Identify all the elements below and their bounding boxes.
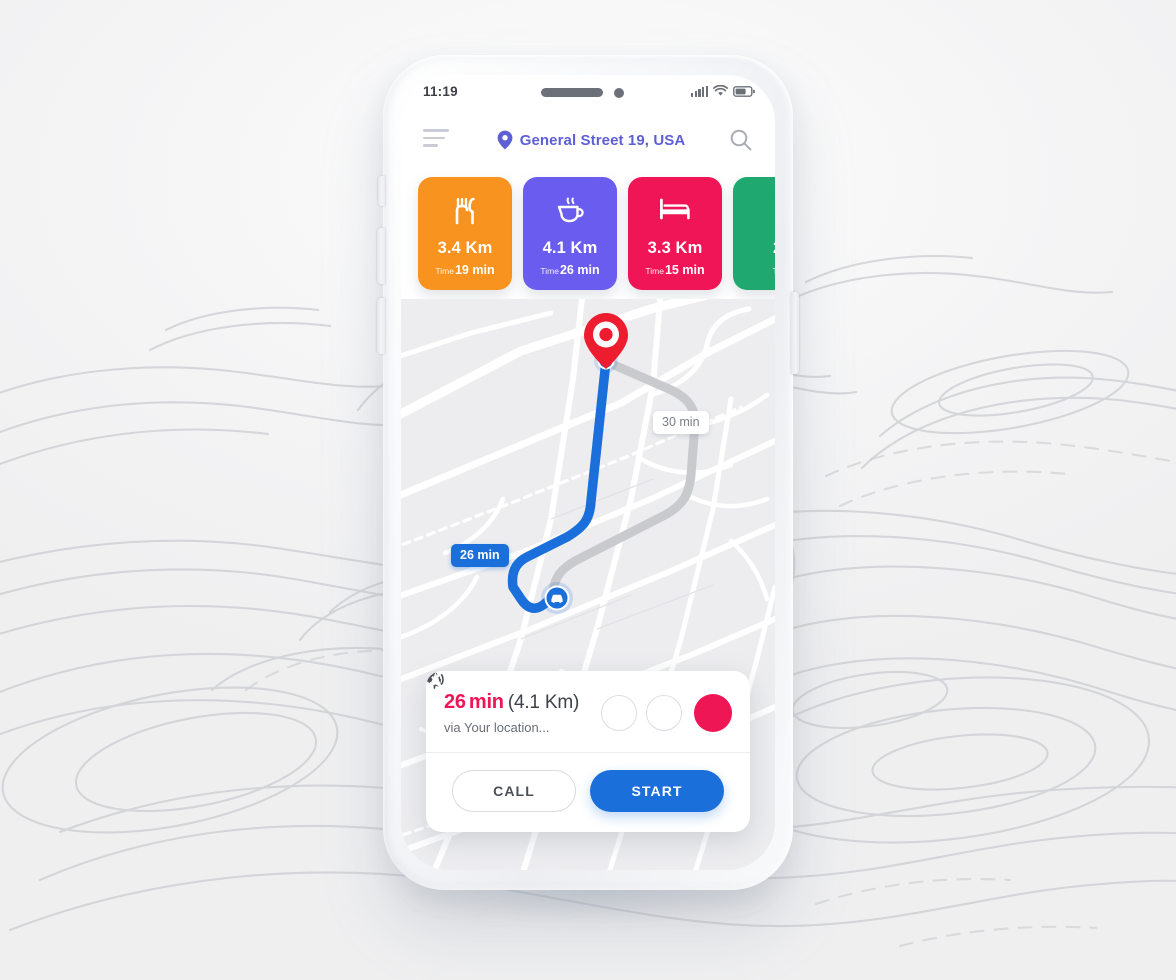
map-canvas[interactable]: 30 min 26 min 26 min (4.1 Km) via Your loc… [401, 299, 775, 870]
category-time-label: Time [645, 266, 664, 276]
category-time-label: Tim [773, 266, 775, 276]
eta-block: 26 min (4.1 Km) via Your location... [444, 691, 592, 735]
status-bar: 11:19 [401, 75, 775, 111]
phone-volume-down-button[interactable] [377, 298, 385, 354]
cafe-coffee-cup-icon [523, 197, 617, 225]
category-card-cafe[interactable]: 4.1 Km Time26 min [523, 177, 617, 290]
eta-unit: min [468, 691, 504, 713]
location-pin-icon [497, 130, 513, 150]
phone-volume-up-button[interactable] [377, 228, 385, 284]
phone-silent-switch[interactable] [378, 176, 385, 206]
speaker-button[interactable] [427, 673, 682, 731]
battery-icon [733, 86, 755, 97]
wifi-icon [713, 85, 728, 96]
sheet-actions-row: CALL START [426, 672, 750, 832]
main-route-badge[interactable]: 26 min [451, 544, 509, 567]
header-address-text: General Street 19, USA [519, 131, 686, 149]
route-info-sheet: 26 min (4.1 Km) via Your location... CAL… [426, 671, 750, 832]
category-distance: 4.1 Km [542, 239, 598, 257]
navigation-arrow-icon [428, 672, 443, 689]
category-distance: 3.3 Km [647, 239, 703, 257]
alternate-route-badge[interactable]: 30 min [653, 411, 709, 434]
app-header: General Street 19, USA [401, 111, 775, 169]
hotel-bed-icon [628, 197, 722, 221]
eta-distance: (4.1 Km) [507, 692, 580, 713]
eta-line: 26 min (4.1 Km) [444, 691, 592, 714]
signal-bars-icon [691, 86, 708, 97]
category-card-partial[interactable]: 2. Tim [733, 177, 775, 290]
front-camera [614, 88, 624, 98]
close-route-button[interactable] [427, 672, 732, 732]
category-time: Tim [733, 263, 775, 277]
category-time: Time15 min [628, 263, 722, 277]
phone-screen: 11:19 General Street 19, USA 3.4 Km Time… [401, 75, 775, 870]
start-navigation-button[interactable]: START [428, 672, 724, 812]
category-time-value: 19 min [454, 263, 495, 277]
status-indicators [691, 83, 755, 97]
category-time-value: 26 min [559, 263, 600, 277]
category-time-value: 15 min [664, 263, 705, 277]
category-time: Time26 min [523, 263, 617, 277]
call-button[interactable]: CALL [427, 672, 576, 812]
header-location[interactable]: General Street 19, USA [401, 111, 775, 169]
route-summary-row: 26 min (4.1 Km) via Your location... [426, 671, 750, 752]
category-distance: 2. [733, 239, 775, 258]
category-card-hotel[interactable]: 3.3 Km Time15 min [628, 177, 722, 290]
search-icon[interactable] [729, 128, 753, 152]
category-card-restaurant[interactable]: 3.4 Km Time19 min [418, 177, 512, 290]
category-distance: 3.4 Km [437, 239, 493, 257]
microphone-button[interactable] [428, 672, 637, 731]
restaurant-cutlery-icon [418, 197, 512, 225]
earpiece-speaker [541, 88, 603, 97]
category-time-label: Time [435, 266, 454, 276]
route-via-text: via Your location... [444, 720, 550, 735]
category-time-label: Time [540, 266, 559, 276]
category-time: Time19 min [418, 263, 512, 277]
call-button-label: CALL [493, 783, 535, 799]
car-marker-icon[interactable] [541, 582, 573, 614]
start-button-label: START [631, 783, 683, 799]
phone-power-button[interactable] [791, 292, 799, 374]
category-cards-strip[interactable]: 3.4 Km Time19 min 4.1 Km Time26 min 3.3 … [401, 169, 775, 299]
status-time: 11:19 [423, 84, 458, 99]
eta-value: 26 [444, 691, 466, 713]
